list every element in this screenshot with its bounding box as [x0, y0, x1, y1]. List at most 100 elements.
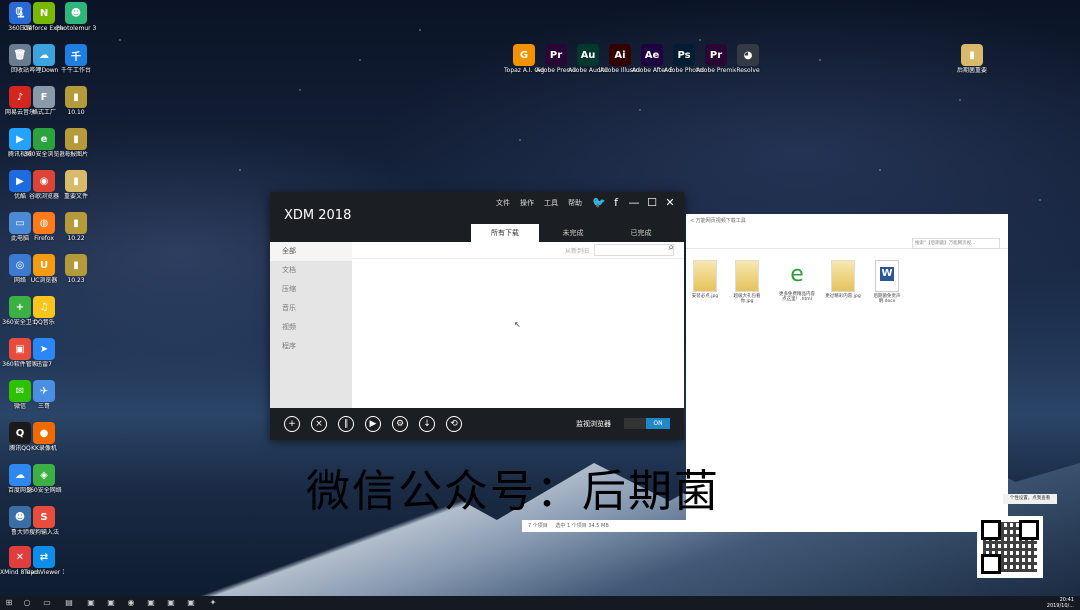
app-icon: ⇄: [33, 546, 55, 568]
category-all[interactable]: 全部: [270, 242, 352, 261]
task-view-icon[interactable]: ▭: [42, 598, 52, 608]
file-name: 更多免费精品内容点这里！.html: [779, 292, 815, 302]
desktop-icon[interactable]: ▮ 10.23: [56, 254, 96, 284]
tab-all-downloads[interactable]: 所有下载: [471, 224, 539, 242]
desktop-icon[interactable]: ◕ Resolve: [728, 44, 768, 74]
desktop-icon[interactable]: ▮ 海报图片: [56, 128, 96, 158]
file-item[interactable]: e 更多免费精品内容点这里！.html: [778, 260, 816, 302]
xdm-taskbar-icon[interactable]: ✦: [208, 598, 218, 608]
image-file-icon: [831, 260, 855, 292]
file-item[interactable]: 安装必点.jpg: [686, 260, 724, 299]
twitter-icon[interactable]: 🐦: [592, 196, 606, 209]
file-name: 安装必点.jpg: [691, 294, 719, 299]
sort-dropdown[interactable]: 从新到旧: [565, 246, 589, 255]
category-programs[interactable]: 程序: [270, 337, 352, 356]
desktop-icon[interactable]: ✈ 三哥: [24, 380, 64, 410]
desktop-icon-label: 海报图片: [63, 151, 88, 158]
toggle-on-label: ON: [646, 418, 670, 429]
desktop-icon[interactable]: ➤ 迅雷7: [24, 338, 64, 368]
file-item[interactable]: 更过精彩内容.jpg: [824, 260, 862, 299]
desktop-icon[interactable]: ● KK录像机: [24, 422, 64, 452]
menu-tools[interactable]: 工具: [544, 198, 558, 208]
tab-incomplete[interactable]: 未完成: [539, 224, 607, 242]
monitor-toggle[interactable]: ON: [624, 418, 670, 429]
minimize-button[interactable]: —: [628, 196, 640, 209]
explorer-title: < 万能网页视频下载工具: [690, 218, 746, 224]
app-icon: ▮: [65, 128, 87, 150]
watermark-text: 微信公众号：后期菌: [306, 466, 720, 517]
file-item[interactable]: 超级大礼包看你.jpg: [728, 260, 766, 304]
category-documents[interactable]: 文档: [270, 261, 352, 280]
search-input[interactable]: ⌕: [594, 242, 674, 256]
category-music[interactable]: 音乐: [270, 299, 352, 318]
desktop-icon[interactable]: ▮ 重要文件: [56, 170, 96, 200]
app-icon: Au: [577, 44, 599, 66]
mouse-cursor-icon: ↖: [514, 320, 521, 329]
app-icon: ●: [33, 422, 55, 444]
menu-file[interactable]: 文件: [496, 198, 510, 208]
desktop-icon-label: 搜狗输入法: [28, 529, 59, 536]
app-icon: Ps: [673, 44, 695, 66]
app-taskbar-icon[interactable]: ▣: [166, 598, 176, 608]
desktop-icon[interactable]: 千千牛工作台: [56, 44, 96, 74]
app-icon: Pr: [705, 44, 727, 66]
file-name: 超级大礼包看你.jpg: [733, 294, 761, 304]
desktop-icon-label: 10.23: [67, 277, 85, 284]
clock-date: 2019/10/...: [1046, 603, 1074, 609]
desktop-icon-label: 三哥: [37, 403, 50, 410]
app-icon: U: [33, 254, 55, 276]
desktop-icon[interactable]: ▮ 10.10: [56, 86, 96, 116]
start-button[interactable]: ⊞: [4, 598, 14, 608]
file-explorer-window: < 万能网页视频下载工具 搜索"【后期菌】万能网页视... 安装必点.jpg 超…: [686, 214, 1008, 532]
app-icon: ▮: [65, 86, 87, 108]
tab-completed[interactable]: 已完成: [607, 224, 675, 242]
add-download-button[interactable]: +: [284, 416, 300, 432]
taskbar: ⊞ ○ ▭ ▤ ▣ ▣ ◉ ▣ ▣ ▣ ✦ 20:41 2019/10/...: [0, 596, 1080, 610]
settings-button[interactable]: ⚙: [392, 416, 408, 432]
desktop-icon-label: Resolve: [736, 67, 760, 74]
desktop-icon[interactable]: ⇄TeamViewer 14: [24, 546, 64, 576]
app-taskbar-icon[interactable]: ▣: [146, 598, 156, 608]
app-icon: ▮: [65, 170, 87, 192]
app-taskbar-icon[interactable]: ▣: [106, 598, 116, 608]
desktop-icon[interactable]: ☻ Photolemur 3: [56, 2, 96, 32]
download-button[interactable]: ↓: [419, 416, 435, 432]
file-name: 更过精彩内容.jpg: [825, 294, 861, 299]
desktop-icon[interactable]: ▮ 10.22: [56, 212, 96, 242]
category-compressed[interactable]: 压缩: [270, 280, 352, 299]
chrome-taskbar-icon[interactable]: ◉: [126, 598, 136, 608]
menu-help[interactable]: 帮助: [568, 198, 582, 208]
desktop-icon[interactable]: S 搜狗输入法: [24, 506, 64, 536]
xdm-header: XDM 2018 文件 操作 工具 帮助 🐦 f — ☐ ✕ 所有下载 未完成 …: [270, 192, 684, 242]
system-clock[interactable]: 20:41 2019/10/...: [1047, 597, 1074, 609]
app-icon: ✈: [33, 380, 55, 402]
app-icon: ◈: [33, 464, 55, 486]
xdm-action-buttons: + × ∥ ▶ ⚙ ↓ ⟲: [284, 416, 462, 432]
desktop-icon[interactable]: ♫ QQ音乐: [24, 296, 64, 326]
explorer-taskbar-icon[interactable]: ▤: [64, 598, 74, 608]
desktop-icon-label: KK录像机: [31, 445, 57, 452]
close-button[interactable]: ✕: [664, 196, 676, 209]
app-icon: ◍: [33, 212, 55, 234]
search-icon[interactable]: ○: [22, 598, 32, 608]
menu-action[interactable]: 操作: [520, 198, 534, 208]
desktop-icon[interactable]: ◈ 360安全网络: [24, 464, 64, 494]
app-icon: Ae: [641, 44, 663, 66]
notification-popup[interactable]: 个性设置，点我查看: [1003, 494, 1057, 504]
desktop-icon-label: Photolemur 3: [56, 25, 96, 32]
resume-button[interactable]: ▶: [365, 416, 381, 432]
desktop-icon[interactable]: ▮ 后期菌重要: [952, 44, 992, 74]
refresh-button[interactable]: ⟲: [446, 416, 462, 432]
file-item[interactable]: W 后期菌免责声明.docx: [868, 260, 906, 304]
app-taskbar-icon[interactable]: ▣: [186, 598, 196, 608]
facebook-icon[interactable]: f: [610, 196, 622, 209]
pause-button[interactable]: ∥: [338, 416, 354, 432]
xdm-title: XDM 2018: [284, 208, 352, 223]
explorer-search-input[interactable]: 搜索"【后期菌】万能网页视...: [912, 238, 1000, 249]
app-taskbar-icon[interactable]: ▣: [86, 598, 96, 608]
category-video[interactable]: 视频: [270, 318, 352, 337]
maximize-button[interactable]: ☐: [646, 196, 658, 209]
app-icon: ➤: [33, 338, 55, 360]
search-icon[interactable]: ⌕: [668, 242, 674, 253]
delete-button[interactable]: ×: [311, 416, 327, 432]
